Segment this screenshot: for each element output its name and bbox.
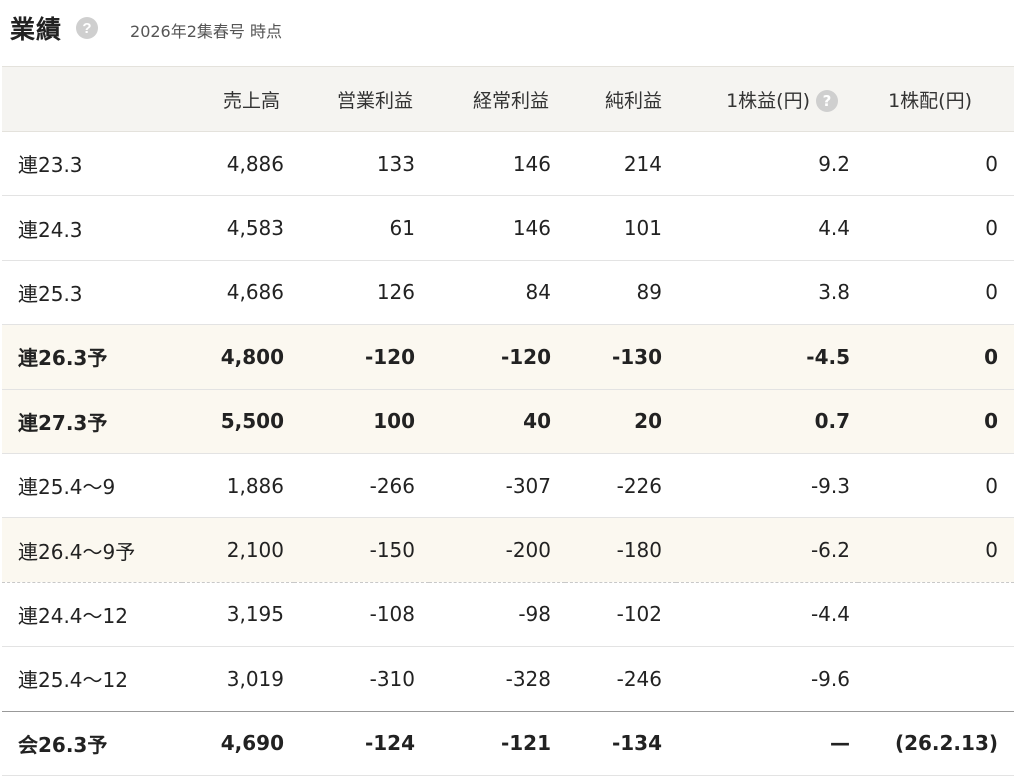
eps-cell: 4.4 xyxy=(676,195,858,261)
sales-cell: 2,100 xyxy=(182,517,294,583)
net-profit-cell: -130 xyxy=(565,324,676,390)
column-header-dividend: 1株配(円) xyxy=(858,66,1014,132)
column-header-sales: 売上高 xyxy=(182,66,294,132)
dividend-cell: 0 xyxy=(858,131,1014,197)
operating-profit-cell: 133 xyxy=(294,131,429,197)
column-header-operating-profit: 営業利益 xyxy=(294,66,429,132)
ordinary-profit-cell: 84 xyxy=(429,260,565,326)
eps-header-label: 1株益(円) xyxy=(726,89,810,112)
net-profit-cell: 214 xyxy=(565,131,676,197)
period-cell: 連25.4〜9 xyxy=(2,453,182,519)
column-header-net-profit: 純利益 xyxy=(565,66,676,132)
section-header: 業績 ? 2026年2集春号 時点 xyxy=(10,8,282,48)
net-profit-cell: -246 xyxy=(565,646,676,712)
sales-cell: 1,886 xyxy=(182,453,294,519)
table-row: 連25.3 4,686 126 84 89 3.8 0 xyxy=(2,260,1014,326)
sales-cell: 3,019 xyxy=(182,646,294,712)
ordinary-profit-cell: -120 xyxy=(429,324,565,390)
period-cell: 連26.4〜9予 xyxy=(2,517,182,583)
eps-cell: 9.2 xyxy=(676,131,858,197)
table-header-row: 売上高 営業利益 経常利益 純利益 1株益(円)? 1株配(円) xyxy=(2,66,1014,132)
operating-profit-cell: -150 xyxy=(294,517,429,583)
help-icon[interactable]: ? xyxy=(76,17,99,39)
help-icon[interactable]: ? xyxy=(816,90,838,112)
table-row-forecast: 連26.4〜9予 2,100 -150 -200 -180 -6.2 0 xyxy=(2,517,1014,583)
dividend-cell: (26.2.13) xyxy=(858,711,1014,776)
eps-cell: — xyxy=(676,711,858,776)
table-row: 連24.4〜12 3,195 -108 -98 -102 -4.4 xyxy=(2,582,1014,648)
period-cell: 連26.3予 xyxy=(2,324,182,390)
dividend-cell: 0 xyxy=(858,324,1014,390)
table-row-company-forecast: 会26.3予 4,690 -124 -121 -134 — (26.2.13) xyxy=(2,711,1014,776)
ordinary-profit-cell: 40 xyxy=(429,389,565,454)
table-row-forecast: 連26.3予 4,800 -120 -120 -130 -4.5 0 xyxy=(2,324,1014,390)
eps-cell: 0.7 xyxy=(676,389,858,454)
period-cell: 連25.3 xyxy=(2,260,182,326)
net-profit-cell: -102 xyxy=(565,582,676,648)
sales-cell: 5,500 xyxy=(182,389,294,454)
eps-cell: -4.5 xyxy=(676,324,858,390)
operating-profit-cell: 126 xyxy=(294,260,429,326)
ordinary-profit-cell: 146 xyxy=(429,131,565,197)
column-header-period xyxy=(2,66,182,132)
operating-profit-cell: -108 xyxy=(294,582,429,648)
net-profit-cell: -180 xyxy=(565,517,676,583)
operating-profit-cell: -120 xyxy=(294,324,429,390)
dividend-cell xyxy=(858,646,1014,712)
ordinary-profit-cell: 146 xyxy=(429,195,565,261)
period-cell: 連25.4〜12 xyxy=(2,646,182,712)
sales-cell: 4,800 xyxy=(182,324,294,390)
sales-cell: 3,195 xyxy=(182,582,294,648)
dividend-cell: 0 xyxy=(858,260,1014,326)
table-row: 連23.3 4,886 133 146 214 9.2 0 xyxy=(2,131,1014,197)
ordinary-profit-cell: -328 xyxy=(429,646,565,712)
sales-cell: 4,686 xyxy=(182,260,294,326)
column-header-eps: 1株益(円)? xyxy=(676,66,858,132)
operating-profit-cell: -310 xyxy=(294,646,429,712)
table-row: 連25.4〜9 1,886 -266 -307 -226 -9.3 0 xyxy=(2,453,1014,519)
net-profit-cell: -226 xyxy=(565,453,676,519)
table-row: 連24.3 4,583 61 146 101 4.4 0 xyxy=(2,195,1014,261)
table-row-forecast: 連27.3予 5,500 100 40 20 0.7 0 xyxy=(2,389,1014,454)
ordinary-profit-cell: -121 xyxy=(429,711,565,776)
period-cell: 会26.3予 xyxy=(2,711,182,776)
eps-cell: -6.2 xyxy=(676,517,858,583)
operating-profit-cell: 100 xyxy=(294,389,429,454)
section-title: 業績 xyxy=(10,15,63,44)
operating-profit-cell: -124 xyxy=(294,711,429,776)
operating-profit-cell: 61 xyxy=(294,195,429,261)
as-of-date: 2026年2集春号 時点 xyxy=(130,22,283,41)
ordinary-profit-cell: -98 xyxy=(429,582,565,648)
eps-cell: -9.3 xyxy=(676,453,858,519)
dividend-cell: 0 xyxy=(858,517,1014,583)
column-header-ordinary-profit: 経常利益 xyxy=(429,66,565,132)
sales-cell: 4,583 xyxy=(182,195,294,261)
eps-cell: -4.4 xyxy=(676,582,858,648)
period-cell: 連27.3予 xyxy=(2,389,182,454)
period-cell: 連24.4〜12 xyxy=(2,582,182,648)
table-row: 連25.4〜12 3,019 -310 -328 -246 -9.6 xyxy=(2,646,1014,712)
period-cell: 連24.3 xyxy=(2,195,182,261)
sales-cell: 4,690 xyxy=(182,711,294,776)
dividend-cell xyxy=(858,582,1014,648)
ordinary-profit-cell: -307 xyxy=(429,453,565,519)
dividend-cell: 0 xyxy=(858,389,1014,454)
period-cell: 連23.3 xyxy=(2,131,182,197)
eps-cell: -9.6 xyxy=(676,646,858,712)
eps-cell: 3.8 xyxy=(676,260,858,326)
operating-profit-cell: -266 xyxy=(294,453,429,519)
net-profit-cell: 89 xyxy=(565,260,676,326)
sales-cell: 4,886 xyxy=(182,131,294,197)
dividend-cell: 0 xyxy=(858,453,1014,519)
ordinary-profit-cell: -200 xyxy=(429,517,565,583)
net-profit-cell: 20 xyxy=(565,389,676,454)
performance-table: 売上高 営業利益 経常利益 純利益 1株益(円)? 1株配(円) 連23.3 4… xyxy=(2,66,1014,776)
dividend-cell: 0 xyxy=(858,195,1014,261)
net-profit-cell: -134 xyxy=(565,711,676,776)
net-profit-cell: 101 xyxy=(565,195,676,261)
